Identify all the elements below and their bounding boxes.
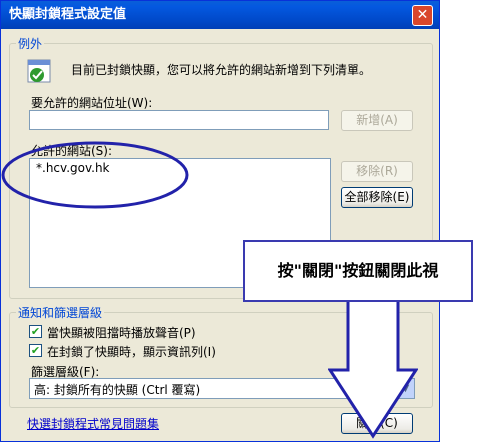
annotation-callout: 按"關閉"按鈕關閉此視: [243, 240, 473, 302]
callout-arrow: [327, 298, 419, 440]
highlight-ellipse: [0, 140, 190, 210]
remove-button[interactable]: 移除(R): [341, 161, 413, 182]
play-sound-label: 當快顯被阻擋時播放聲音(P): [47, 326, 196, 340]
window-title: 快顯封鎖程式設定值: [9, 7, 127, 22]
address-input[interactable]: [29, 110, 329, 130]
show-info-bar-label: 在封鎖了快顯時，顯示資訊列(I): [47, 345, 216, 359]
title-bar: 快顯封鎖程式設定值 ✕: [1, 1, 439, 29]
notifications-group-title: 通知和篩選層級: [18, 306, 103, 320]
show-info-bar-checkbox[interactable]: ✔: [29, 344, 42, 357]
address-label: 要允許的網站位址(W):: [31, 96, 153, 110]
filter-level-value: 高: 封鎖所有的快顯 (Ctrl 覆寫): [34, 383, 201, 397]
close-window-button[interactable]: ✕: [412, 5, 433, 26]
info-icon: [27, 59, 51, 85]
info-text: 目前已封鎖快顯，您可以將允許的網站新增到下列清單。: [71, 63, 372, 77]
faq-link[interactable]: 快選封鎖程式常見問題集: [27, 415, 159, 432]
add-button[interactable]: 新增(A): [341, 110, 413, 131]
exceptions-group-title: 例外: [18, 37, 43, 51]
remove-all-button[interactable]: 全部移除(E): [341, 187, 413, 208]
play-sound-checkbox[interactable]: ✔: [29, 325, 42, 338]
